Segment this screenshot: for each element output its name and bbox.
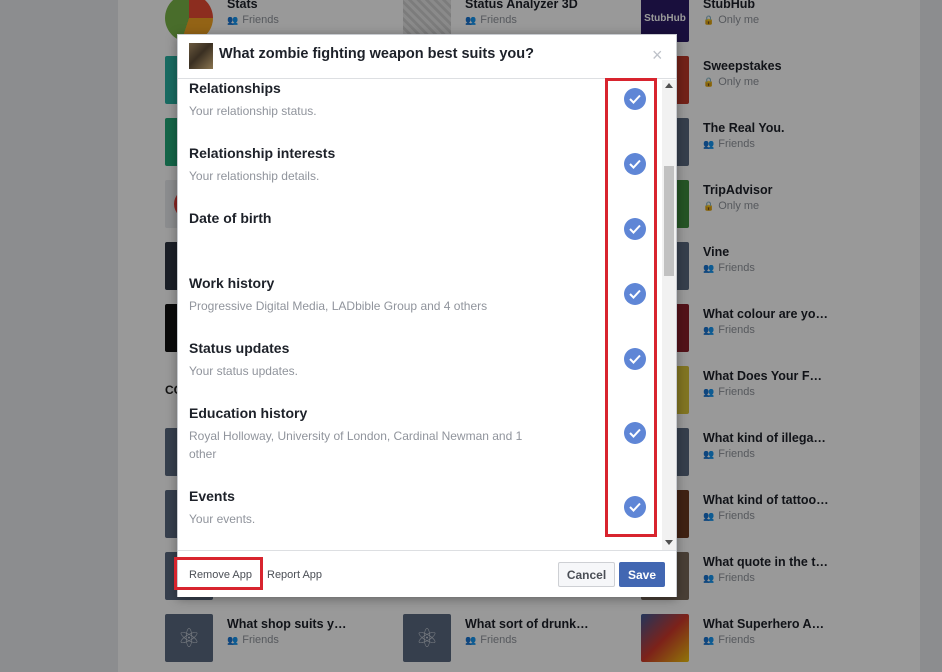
permission-title: Relationships [189, 80, 281, 96]
permission-title: Relationship interests [189, 145, 336, 161]
permission-description: Your events. [189, 512, 256, 526]
permission-item: Relationship interests Your relationship… [189, 145, 629, 185]
checkboxes-highlight-box [605, 78, 657, 537]
permission-title: Work history [189, 275, 275, 291]
permission-item: Work history Progressive Digital Media, … [189, 275, 629, 315]
permissions-list: Relationships Your relationship status. … [178, 80, 676, 550]
app-settings-dialog: What zombie fighting weapon best suits y… [177, 34, 677, 597]
dialog-header: What zombie fighting weapon best suits y… [178, 35, 676, 79]
scrollbar[interactable] [662, 80, 676, 550]
scrollbar-thumb[interactable] [664, 166, 674, 276]
permission-description: Royal Holloway, University of London, Ca… [189, 429, 523, 461]
permission-item: Events Your events. [189, 488, 629, 528]
permission-item: Relationships Your relationship status. [189, 80, 629, 120]
dialog-title: What zombie fighting weapon best suits y… [219, 46, 534, 62]
report-app-link[interactable]: Report App [267, 569, 322, 581]
close-icon[interactable]: × [652, 45, 663, 66]
app-icon [189, 43, 213, 69]
permission-description: Your relationship status. [189, 104, 317, 118]
permission-title: Date of birth [189, 210, 272, 226]
permission-item: Date of birth [189, 210, 629, 232]
save-button[interactable]: Save [619, 562, 665, 587]
permission-item: Status updates Your status updates. [189, 340, 629, 380]
scroll-down-arrow-icon[interactable] [665, 540, 673, 545]
permission-title: Events [189, 488, 235, 504]
scroll-up-arrow-icon[interactable] [665, 83, 673, 88]
permission-item: Education history Royal Holloway, Univer… [189, 405, 629, 463]
cancel-button[interactable]: Cancel [558, 562, 615, 587]
permission-title: Status updates [189, 340, 290, 356]
permission-description: Your relationship details. [189, 169, 320, 183]
permission-description: Progressive Digital Media, LADbible Grou… [189, 299, 488, 313]
remove-app-highlight-box [174, 557, 263, 590]
permission-title: Education history [189, 405, 308, 421]
permission-description: Your status updates. [189, 364, 298, 378]
